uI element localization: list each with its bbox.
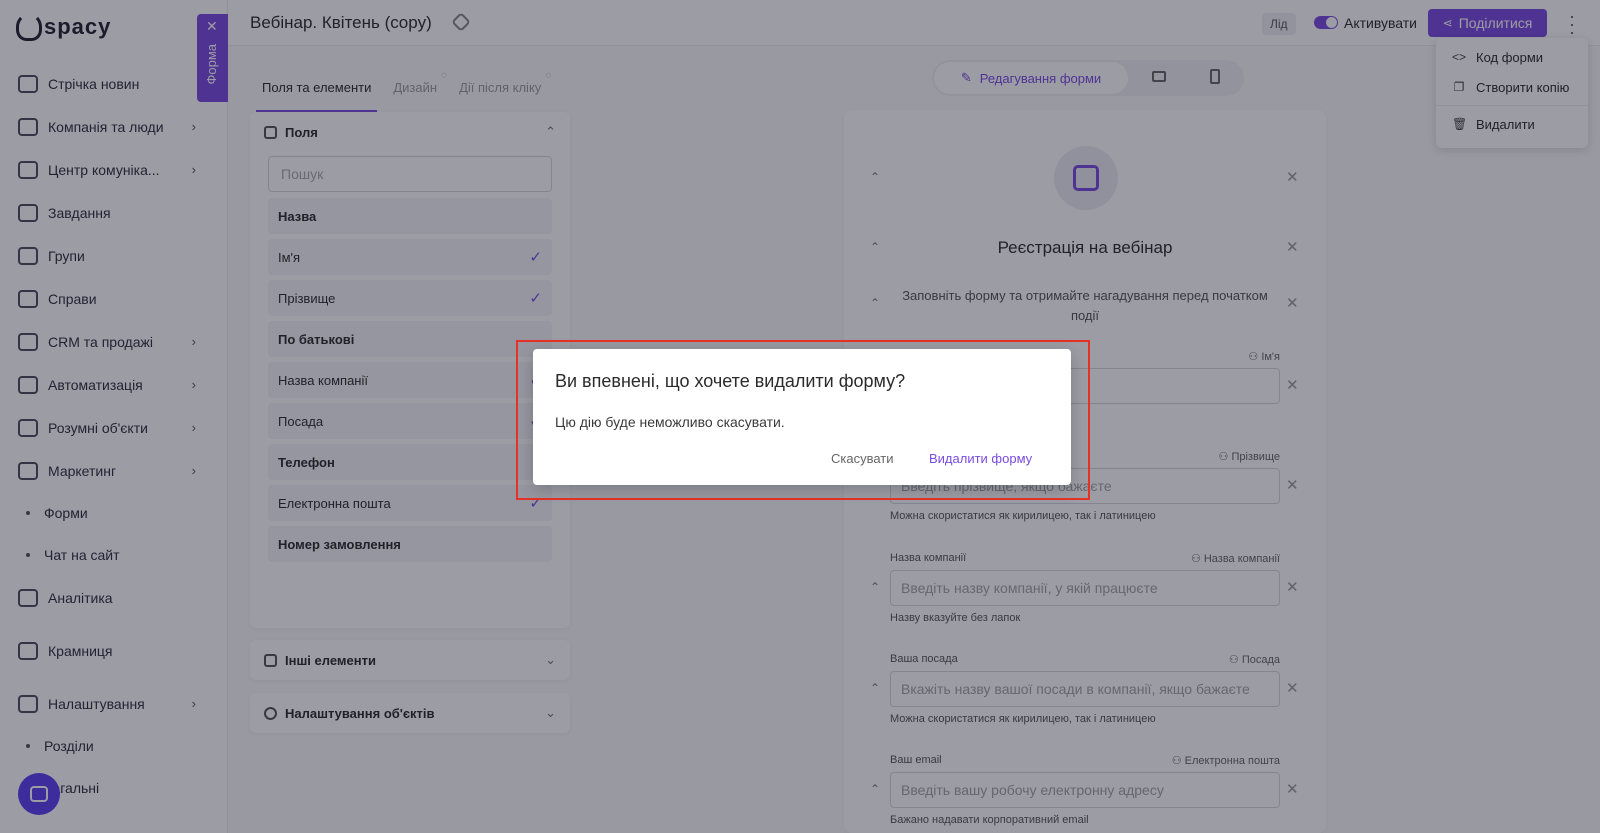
delete-form-button[interactable]: Видалити форму [929, 451, 1032, 466]
delete-confirm-dialog: Ви впевнені, що хочете видалити форму? Ц… [533, 349, 1071, 485]
dialog-body: Цю дію буде неможливо скасувати. [555, 414, 785, 430]
cancel-button[interactable]: Скасувати [831, 451, 894, 466]
dialog-title: Ви впевнені, що хочете видалити форму? [555, 371, 906, 391]
